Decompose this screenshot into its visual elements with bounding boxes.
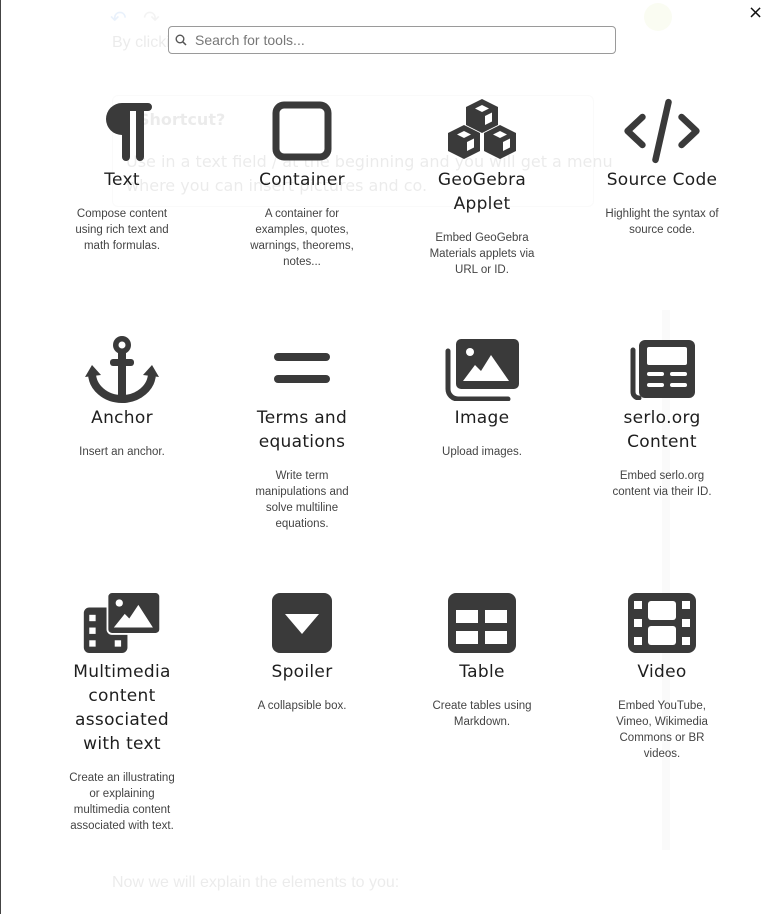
anchor-icon	[82, 334, 162, 404]
tool-equations[interactable]: Terms and equations Write term manipulat…	[212, 334, 392, 532]
tool-video[interactable]: Video Embed YouTube, Vimeo, Wikimedia Co…	[572, 588, 752, 762]
tool-multimedia[interactable]: Multimedia content associated with text …	[32, 588, 212, 834]
close-button[interactable]: ×	[748, 2, 763, 24]
search-box[interactable]	[168, 26, 616, 54]
cubes-icon	[442, 96, 522, 166]
tool-description: Compose content using rich text and math…	[75, 208, 169, 252]
tool-description: Embed serlo.org content via their ID.	[612, 470, 712, 498]
undo-icon: ↶	[110, 6, 127, 30]
search-icon	[175, 33, 189, 47]
redo-icon: ↷	[143, 6, 160, 30]
equals-icon	[262, 334, 342, 404]
tool-title: serlo.org Content	[623, 408, 701, 452]
tool-title: Video	[637, 662, 687, 682]
tool-description: Write term manipulations and solve multi…	[255, 470, 349, 530]
tool-title: GeoGebra Applet	[437, 170, 527, 214]
tool-title: Multimedia content associated with text	[73, 662, 171, 754]
tool-title: Image	[454, 408, 510, 428]
tool-spoiler[interactable]: Spoiler A collapsible box.	[212, 588, 392, 714]
tool-image[interactable]: Image Upload images.	[392, 334, 572, 460]
background-bottom-text: Now we will explain the elements to you:	[112, 874, 400, 891]
modal-left-border	[0, 0, 1, 914]
tool-description: Create tables using Markdown.	[432, 700, 532, 728]
tool-description: Highlight the syntax of source code.	[605, 208, 719, 236]
tool-container[interactable]: Container A container for examples, quot…	[212, 96, 392, 270]
tool-title: Anchor	[91, 408, 153, 428]
tool-geogebra[interactable]: GeoGebra Applet Embed GeoGebra Materials…	[392, 96, 572, 278]
tool-title: Spoiler	[271, 662, 333, 682]
tool-description: Insert an anchor.	[79, 446, 165, 458]
tool-description: Embed YouTube, Vimeo, Wikimedia Commons …	[616, 700, 708, 760]
search-input[interactable]	[193, 31, 615, 49]
tool-description: Create an illustrating or explaining mul…	[69, 772, 175, 832]
newspaper-icon	[622, 334, 702, 404]
film-icon	[622, 588, 702, 658]
code-icon	[622, 96, 702, 166]
pilcrow-icon	[82, 96, 162, 166]
tool-description: Embed GeoGebra Materials applets via URL…	[429, 232, 535, 276]
tool-title: Container	[259, 170, 345, 190]
tool-description: Upload images.	[442, 446, 522, 458]
square-outline-icon	[262, 96, 342, 166]
tool-source-code[interactable]: Source Code Highlight the syntax of sour…	[572, 96, 752, 238]
tool-title: Terms and equations	[256, 408, 348, 452]
save-icon	[644, 3, 672, 31]
table-icon	[442, 588, 522, 658]
tool-title: Text	[104, 170, 140, 190]
tool-text[interactable]: Text Compose content using rich text and…	[32, 96, 212, 254]
tool-description: A container for examples, quotes, warnin…	[250, 208, 354, 268]
photo-film-icon	[82, 588, 162, 658]
caret-square-down-icon	[262, 588, 342, 658]
tool-anchor[interactable]: Anchor Insert an anchor.	[32, 334, 212, 460]
images-icon	[442, 334, 522, 404]
tool-title: Table	[459, 662, 505, 682]
tool-serlo-content[interactable]: serlo.org Content Embed serlo.org conten…	[572, 334, 752, 500]
tool-description: A collapsible box.	[257, 700, 347, 712]
tool-table[interactable]: Table Create tables using Markdown.	[392, 588, 572, 730]
tool-title: Source Code	[606, 170, 718, 190]
